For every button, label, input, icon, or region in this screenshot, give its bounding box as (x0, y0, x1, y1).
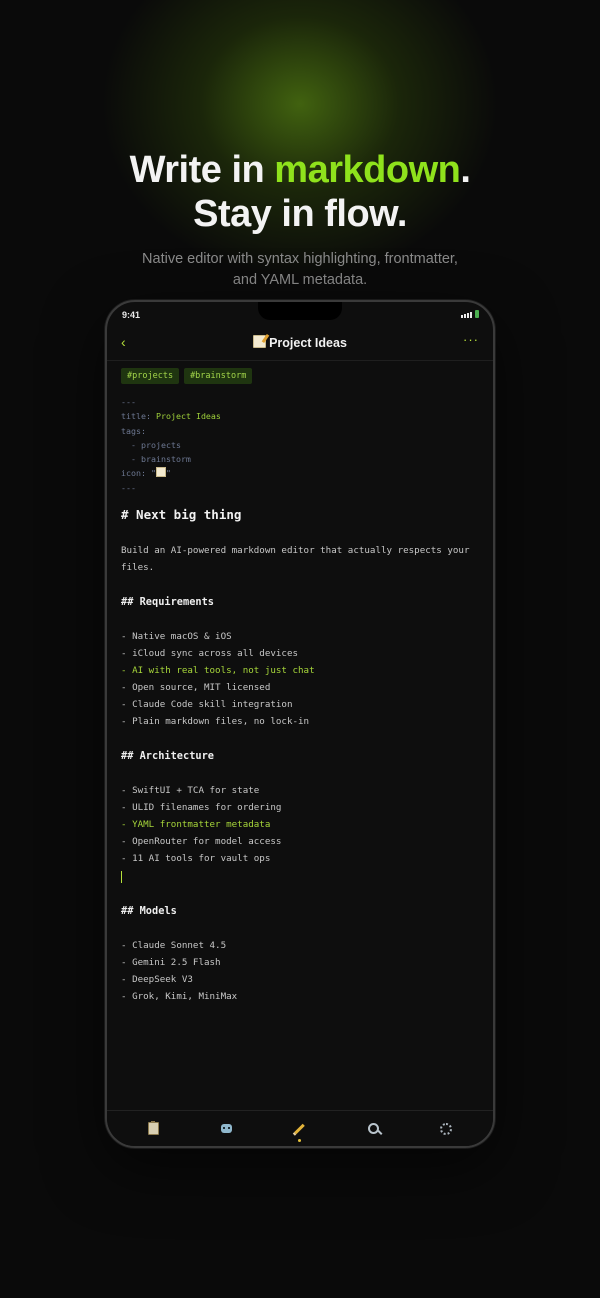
tab-bar (107, 1110, 493, 1146)
battery-icon (475, 310, 479, 318)
tab-editor[interactable] (280, 1114, 320, 1144)
frontmatter-tags: tags: (121, 425, 146, 436)
hero-title-line2: Stay in flow. (193, 193, 407, 235)
robot-icon (221, 1124, 233, 1133)
gear-icon (440, 1122, 453, 1135)
list-item: - iCloud sync across all devices (121, 648, 299, 660)
status-icons (461, 310, 479, 318)
heading-requirements: ## Requirements (121, 596, 214, 609)
tag-chip[interactable]: #projects (121, 368, 180, 384)
frontmatter-title: title: Project Ideas (121, 409, 481, 423)
search-icon (367, 1123, 379, 1134)
list-item: - Plain markdown files, no lock-in (121, 716, 310, 728)
pencil-icon (294, 1123, 306, 1134)
heading-models: ## Models (121, 905, 177, 918)
list-architecture: - SwiftUI + TCA for state - ULID filenam… (121, 782, 481, 867)
list-item: - 11 AI tools for vault ops (121, 853, 271, 865)
list-item: - ULID filenames for ordering (121, 802, 282, 814)
signal-icon (461, 311, 472, 318)
frontmatter-open: --- (121, 397, 136, 407)
heading-1: # Next big thing (121, 507, 242, 523)
hero-title-prefix: Write in (129, 149, 275, 191)
hero-section: Write in markdown. Stay in flow. Native … (0, 148, 600, 291)
hero-title-suffix: . (460, 149, 471, 191)
list-item: - Gemini 2.5 Flash (121, 957, 221, 969)
tab-settings[interactable] (426, 1114, 466, 1144)
frontmatter-value: Project Ideas (155, 411, 221, 422)
frontmatter-icon: icon: " " (121, 466, 481, 480)
phone-frame: 9:41 ‹ Project Ideas ··· #projects #brai… (105, 300, 495, 1148)
list-item-highlighted: - AI with real tools, not just chat (121, 665, 315, 677)
frontmatter-tag-item: - projects (121, 439, 181, 450)
list-item: - Claude Code skill integration (121, 699, 293, 711)
frontmatter-key: title: (121, 411, 151, 422)
active-tab-indicator (298, 1138, 302, 1142)
hero-subtitle: Native editor with syntax highlighting, … (142, 251, 458, 288)
clipboard-icon (148, 1121, 160, 1135)
paragraph: Build an AI-powered markdown editor that… (121, 545, 470, 574)
list-item: - DeepSeek V3 (121, 974, 193, 986)
list-item: - Native macOS & iOS (121, 631, 232, 643)
nav-bar: ‹ Project Ideas ··· (107, 328, 493, 361)
markdown-editor[interactable]: --- title: Project Ideas tags: - project… (121, 395, 481, 1005)
list-item: - Open source, MIT licensed (121, 682, 271, 694)
list-item: - SwiftUI + TCA for state (121, 785, 260, 797)
list-item: - Grok, Kimi, MiniMax (121, 991, 238, 1003)
list-requirements: - Native macOS & iOS - iCloud sync acros… (121, 628, 481, 730)
hero-title-accent: markdown (274, 149, 461, 191)
tab-assistant[interactable] (207, 1114, 247, 1144)
tag-list: #projects #brainstorm (121, 368, 253, 384)
tag-chip[interactable]: #brainstorm (184, 368, 253, 384)
status-time: 9:41 (122, 310, 141, 320)
phone-notch (258, 302, 342, 320)
frontmatter-close: --- (121, 482, 136, 493)
page-title: Project Ideas (107, 335, 493, 350)
list-item-highlighted: - YAML frontmatter metadata (121, 819, 271, 831)
memo-icon (155, 467, 166, 478)
list-models: - Claude Sonnet 4.5 - Gemini 2.5 Flash -… (121, 937, 481, 1005)
page-title-text: Project Ideas (269, 336, 347, 350)
frontmatter-quote: " (165, 468, 171, 479)
frontmatter-key: icon: (121, 468, 146, 479)
tab-search[interactable] (353, 1114, 393, 1144)
tab-notes[interactable] (134, 1114, 174, 1144)
list-item: - Claude Sonnet 4.5 (121, 940, 227, 952)
hero-title: Write in markdown. Stay in flow. (0, 148, 600, 236)
list-item: - OpenRouter for model access (121, 836, 282, 848)
text-cursor (121, 871, 122, 884)
heading-architecture: ## Architecture (121, 750, 214, 763)
more-options-icon[interactable]: ··· (463, 332, 479, 347)
memo-icon (253, 335, 267, 348)
frontmatter-tag-item: - brainstorm (121, 454, 191, 465)
